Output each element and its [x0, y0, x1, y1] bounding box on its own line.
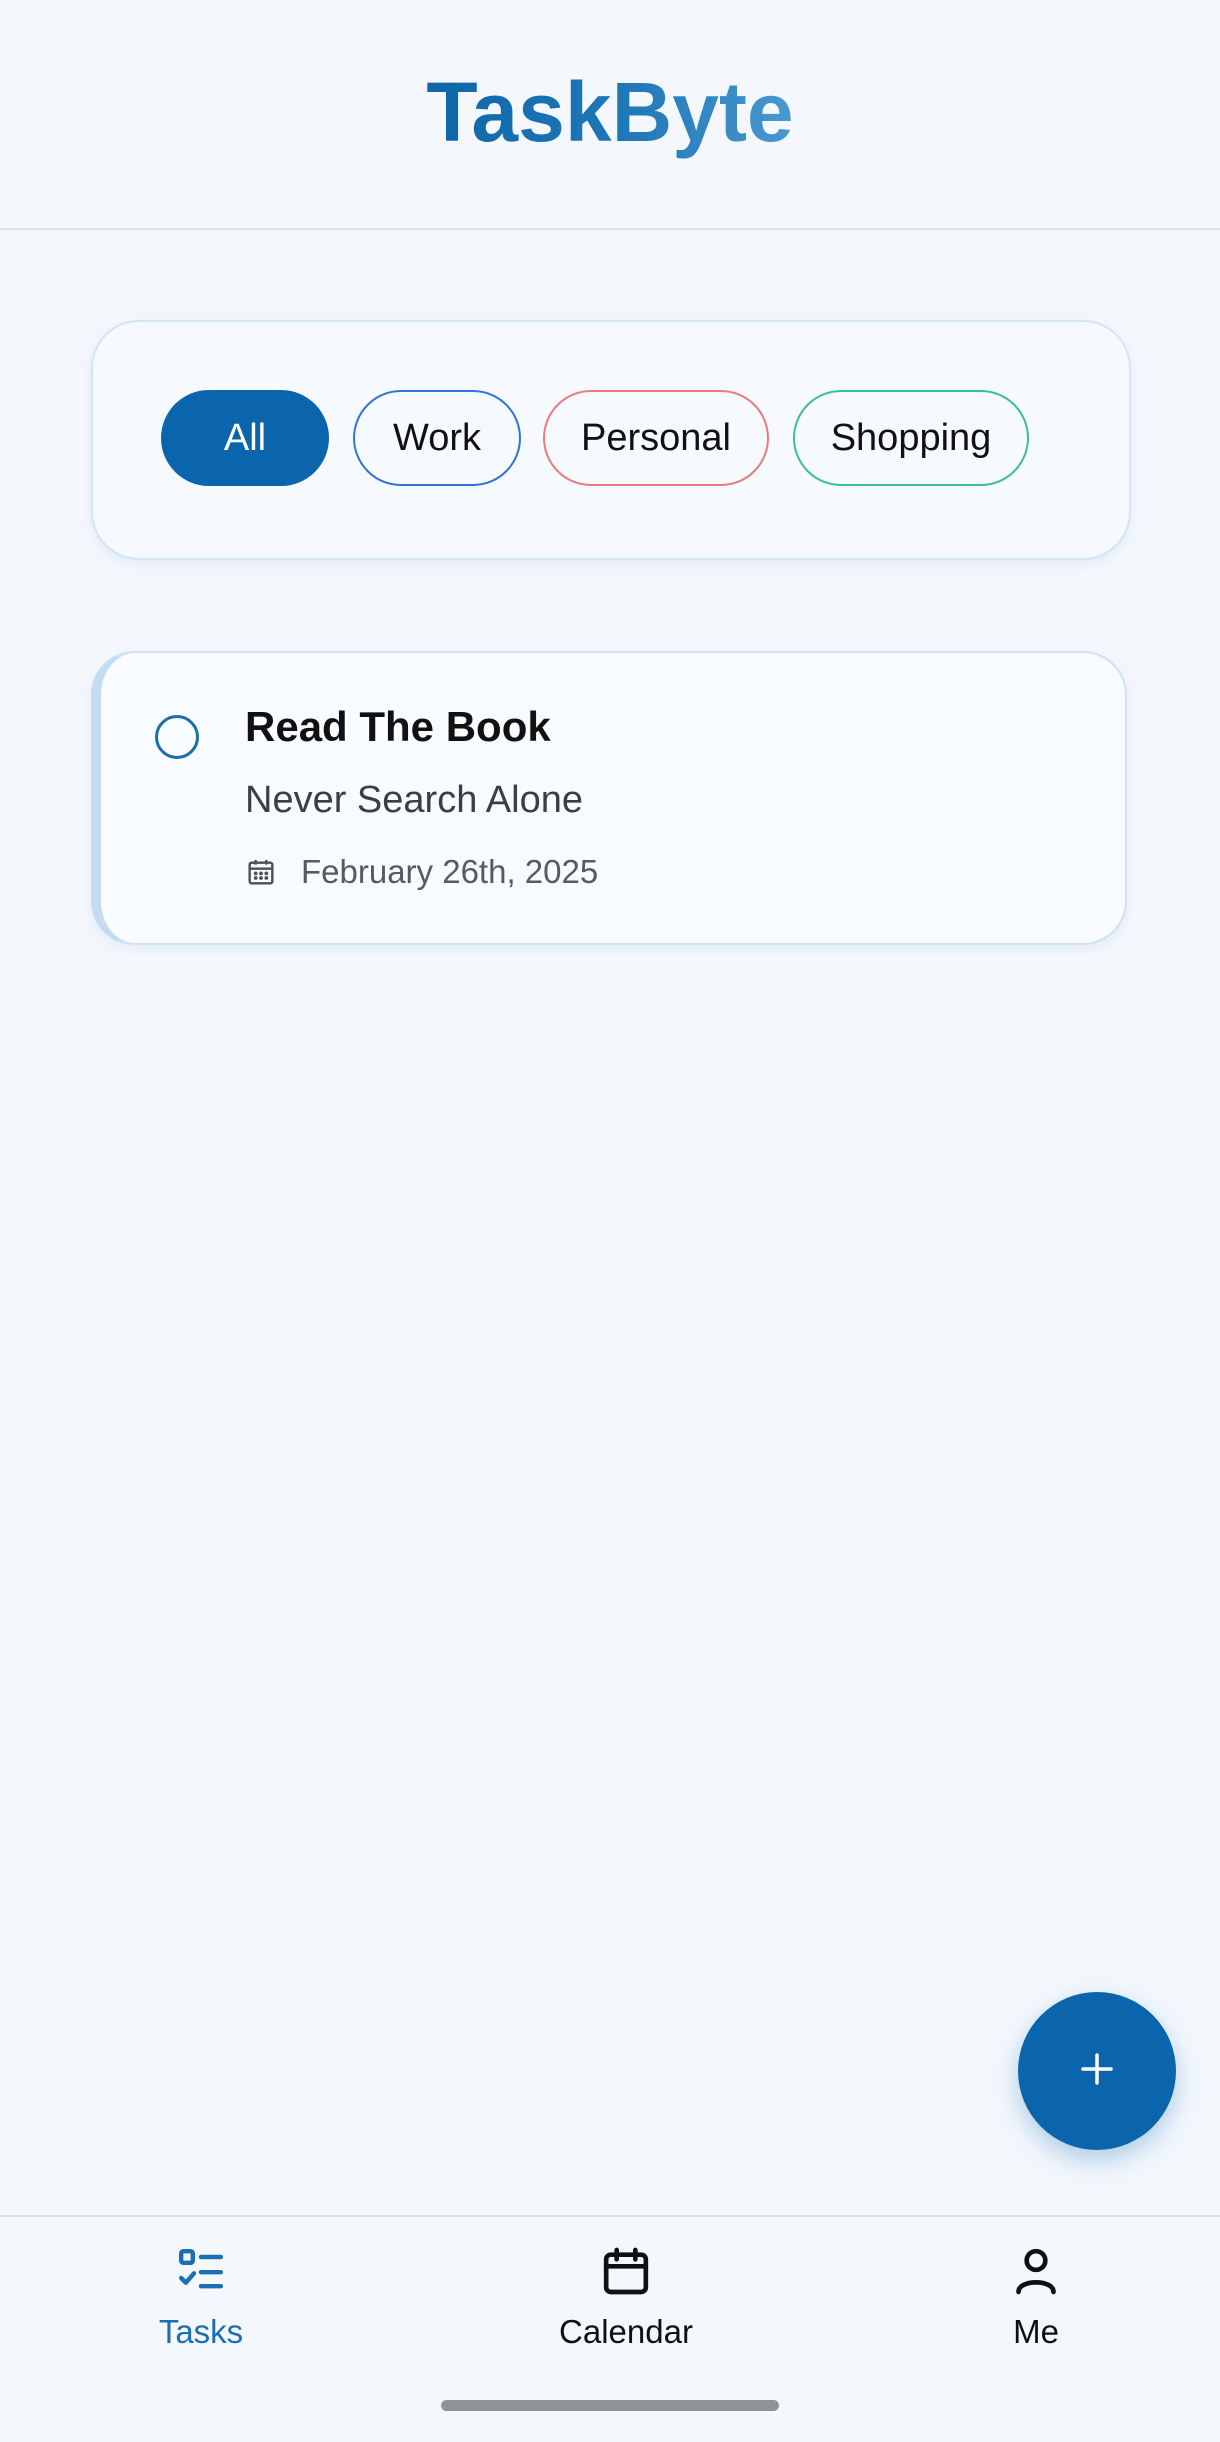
task-card[interactable]: Read The Book Never Search Alone Februar…	[91, 651, 1127, 945]
add-task-button[interactable]	[1018, 1992, 1176, 2150]
task-date-text: February 26th, 2025	[301, 853, 599, 890]
person-icon	[1008, 2243, 1064, 2299]
plus-icon	[1077, 2049, 1117, 2094]
nav-label-tasks: Tasks	[158, 2313, 244, 2350]
nav-item-calendar[interactable]: Calendar	[516, 2243, 736, 2351]
nav-item-me[interactable]: Me	[926, 2243, 1146, 2351]
filter-chip-shopping[interactable]: Shopping	[793, 390, 1029, 486]
calendar-icon	[598, 2243, 654, 2299]
task-description: Never Search Alone	[245, 779, 583, 821]
filter-chip-all[interactable]: All	[161, 390, 329, 486]
task-list-icon	[173, 2243, 229, 2299]
category-filter-bar: All Work Personal Shopping	[91, 320, 1131, 560]
task-title: Read The Book	[245, 703, 551, 750]
app-title: TaskByte	[426, 64, 794, 159]
task-due-date: February 26th, 2025	[245, 853, 598, 891]
filter-chip-personal[interactable]: Personal	[543, 390, 769, 486]
task-complete-checkbox[interactable]	[155, 715, 199, 759]
filter-chip-work[interactable]: Work	[353, 390, 521, 486]
nav-label-calendar: Calendar	[559, 2313, 693, 2350]
home-indicator	[441, 2400, 779, 2411]
nav-item-tasks[interactable]: Tasks	[91, 2243, 311, 2351]
calendar-icon	[245, 856, 277, 888]
app-header: TaskByte	[0, 0, 1220, 230]
nav-label-me: Me	[1013, 2313, 1059, 2350]
